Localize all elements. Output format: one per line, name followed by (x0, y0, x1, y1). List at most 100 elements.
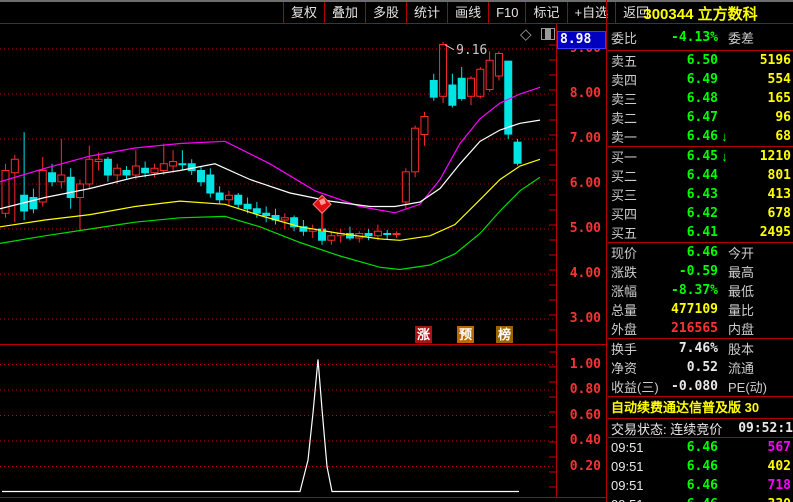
candle-up (280, 217, 289, 221)
price-down-arrow: ↓ (721, 149, 728, 164)
rank-badge-yu[interactable]: 预 (457, 326, 474, 343)
ask-volume[interactable]: 5196 (731, 53, 793, 68)
candle-down (448, 84, 457, 106)
axis-label-main: 6.00 (569, 176, 601, 191)
bid-price[interactable]: 6.41 (652, 225, 718, 240)
info-row: 总量 477109 量比 (608, 300, 793, 319)
axis-label-sub: 0.40 (569, 433, 601, 448)
price-axis-strip: 8.98 9.008.007.006.005.004.003.001.000.8… (557, 24, 606, 497)
candle-down (197, 170, 206, 183)
ask-price[interactable]: 6.47 (652, 110, 718, 125)
info-label: 现价 (611, 246, 638, 261)
ask-price[interactable]: 6.46 (652, 129, 718, 144)
candle-down (206, 174, 215, 194)
info-row: 涨幅 -8.37% 最低 (608, 281, 793, 300)
candle-down (429, 80, 438, 98)
tick-time: 09:51 (611, 440, 644, 455)
candle-up (401, 171, 410, 203)
ask-volume[interactable]: 96 (731, 110, 793, 125)
candle-down (66, 176, 75, 198)
axis-label-sub: 0.20 (569, 458, 601, 474)
axis-label-main: 8.00 (569, 86, 601, 101)
ask-row-5[interactable]: 卖一 6.46 ↓ 68 (608, 127, 793, 146)
info-label2: 内盘 (728, 322, 755, 337)
ask-price[interactable]: 6.48 (652, 91, 718, 106)
rank-badge-bang[interactable]: 榜 (496, 326, 513, 343)
bid-volume[interactable]: 1210 (731, 149, 793, 164)
tick-volume: 330 (718, 497, 793, 502)
candle-down (48, 172, 57, 183)
ask-row-4[interactable]: 卖二 6.47 96 (608, 108, 793, 127)
candle-down (103, 158, 112, 176)
candle-up (131, 165, 140, 176)
bid-row-5[interactable]: 买五 6.41 2495 (608, 223, 793, 242)
bid-row-4[interactable]: 买四 6.42 678 (608, 204, 793, 223)
info-label: 收益(三) (611, 380, 659, 395)
candle-up (485, 59, 494, 90)
axis-label-main: 4.00 (569, 266, 601, 281)
tick-row: 09:516.46330 (608, 495, 793, 502)
ask-volume[interactable]: 68 (731, 129, 793, 144)
bid-price[interactable]: 6.45 (652, 149, 718, 164)
bid-row-3[interactable]: 买三 6.43 413 (608, 185, 793, 204)
candle-up (476, 68, 485, 97)
candlestick-chart[interactable]: 9.16 (0, 0, 557, 502)
info-value: -0.080 (671, 379, 718, 394)
tick-volume: 402 (767, 459, 791, 474)
quote-info-rows: 现价 6.46 今开 涨跌 -0.59 最高 涨幅 -8.37% 最低 总量 477109 量比 外盘 2… (608, 243, 793, 338)
info-label: 外盘 (611, 322, 638, 337)
info-label: 涨幅 (611, 284, 638, 299)
rank-badge-zhang[interactable]: 涨 (415, 326, 432, 343)
trade-status-time: 09:52:1 (738, 420, 793, 436)
bid-volume[interactable]: 2495 (731, 225, 793, 240)
tick-price: 6.46 (652, 497, 718, 502)
bid-volume[interactable]: 413 (731, 187, 793, 202)
ask-price[interactable]: 6.49 (652, 72, 718, 87)
candle-down (252, 208, 261, 214)
bid-label: 买三 (611, 188, 638, 203)
info-label2: 最低 (728, 284, 755, 299)
candle-up (113, 167, 122, 176)
quote-info2-rows: 换手 7.46% 股本 净资 0.52 流通 收益(三) -0.080 PE(动) (608, 339, 793, 396)
info-value: 477109 (671, 302, 718, 317)
split-view-icon[interactable] (541, 28, 555, 40)
ask-row-1[interactable]: 卖五 6.50 5196 (608, 51, 793, 70)
bid-price[interactable]: 6.43 (652, 187, 718, 202)
ma-magenta (0, 86, 541, 214)
trade-status-row: 交易状态: 连续竞价 09:52:1 (608, 419, 793, 437)
bid-row-1[interactable]: 买一 6.45 ↓ 1210 (608, 147, 793, 166)
info-label: 总量 (611, 303, 638, 318)
bid-price[interactable]: 6.42 (652, 206, 718, 221)
ask-label: 卖三 (611, 92, 638, 107)
info-label2: PE(动) (728, 380, 768, 395)
ask-price[interactable]: 6.50 (652, 53, 718, 68)
ask-volume[interactable]: 165 (731, 91, 793, 106)
ask-row-3[interactable]: 卖三 6.48 165 (608, 89, 793, 108)
info-row: 现价 6.46 今开 (608, 243, 793, 262)
ad-banner[interactable]: 自动续费通达信普及版 30 (608, 397, 793, 418)
weibi-label: 委比 (611, 30, 638, 46)
candle-down (234, 194, 243, 205)
axis-label-sub: 0.80 (569, 382, 601, 397)
bid-volume[interactable]: 801 (731, 168, 793, 183)
candle-up (420, 116, 429, 135)
candle-up (392, 233, 401, 235)
candle-down (383, 233, 392, 235)
bid-volume[interactable]: 678 (731, 206, 793, 221)
axis-label-sub: 0.60 (569, 407, 601, 423)
tick-row: 09:51 6.46 567 (608, 438, 793, 457)
candle-up (327, 235, 336, 241)
info-row: 涨跌 -0.59 最高 (608, 262, 793, 281)
candle-up (150, 167, 159, 174)
bid-label: 买一 (611, 150, 638, 165)
bid-label: 买四 (611, 207, 638, 222)
candle-up (85, 158, 94, 185)
info-label2: 量比 (728, 303, 755, 318)
candle-up (57, 174, 66, 183)
bid-price[interactable]: 6.44 (652, 168, 718, 183)
ask-volume[interactable]: 554 (731, 72, 793, 87)
ask-label: 卖四 (611, 73, 638, 88)
diamond-icon[interactable]: ◇ (520, 25, 532, 43)
bid-row-2[interactable]: 买二 6.44 801 (608, 166, 793, 185)
ask-row-2[interactable]: 卖四 6.49 554 (608, 70, 793, 89)
